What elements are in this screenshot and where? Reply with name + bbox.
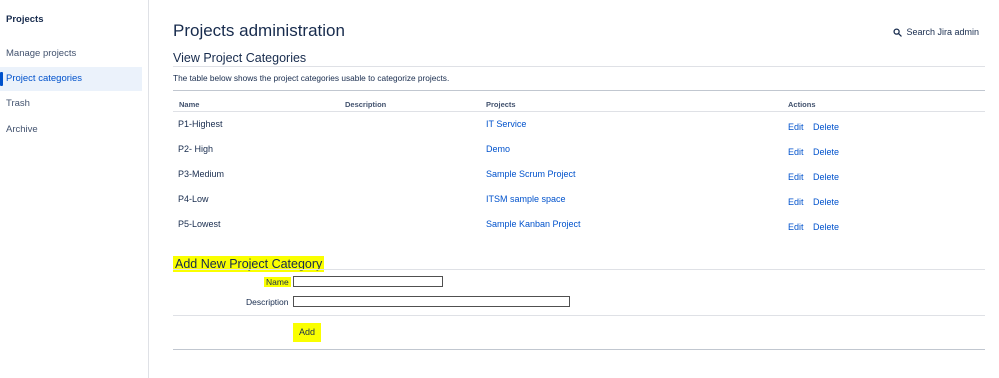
category-name: P2- High bbox=[178, 144, 214, 154]
category-name: P1-Highest bbox=[178, 119, 223, 129]
name-field[interactable] bbox=[293, 276, 443, 287]
sidebar-item-archive[interactable]: Archive bbox=[0, 118, 142, 142]
project-link[interactable]: ITSM sample space bbox=[486, 194, 566, 204]
delete-link[interactable]: Delete bbox=[813, 122, 839, 132]
edit-link[interactable]: Edit bbox=[788, 147, 804, 157]
delete-link[interactable]: Delete bbox=[813, 197, 839, 207]
category-name: P4-Low bbox=[178, 194, 209, 204]
name-field-label: Name bbox=[264, 277, 291, 287]
project-link[interactable]: IT Service bbox=[486, 119, 526, 129]
search-admin-label: Search Jira admin bbox=[906, 27, 979, 37]
sidebar-title: Projects bbox=[6, 14, 44, 25]
divider bbox=[173, 90, 985, 91]
sidebar: Projects Manage projects Project categor… bbox=[0, 0, 149, 378]
description-field[interactable] bbox=[293, 296, 570, 307]
sidebar-item-project-categories[interactable]: Project categories bbox=[0, 67, 142, 91]
category-name: P5-Lowest bbox=[178, 219, 221, 229]
delete-link[interactable]: Delete bbox=[813, 147, 839, 157]
section-description: The table below shows the project catego… bbox=[173, 73, 450, 83]
page-title: Projects administration bbox=[173, 21, 345, 40]
column-header-actions: Actions bbox=[788, 100, 816, 109]
divider bbox=[173, 111, 985, 112]
edit-link[interactable]: Edit bbox=[788, 122, 804, 132]
divider bbox=[173, 269, 985, 270]
divider bbox=[173, 315, 985, 316]
add-button[interactable]: Add bbox=[293, 323, 321, 342]
search-admin-link[interactable]: Search Jira admin bbox=[893, 27, 979, 37]
edit-link[interactable]: Edit bbox=[788, 172, 804, 182]
divider bbox=[173, 66, 985, 67]
sidebar-item-trash[interactable]: Trash bbox=[0, 92, 142, 116]
section-title-view-categories: View Project Categories bbox=[173, 51, 307, 65]
divider bbox=[173, 349, 985, 350]
column-header-name: Name bbox=[179, 100, 200, 109]
description-field-label: Description bbox=[246, 297, 289, 307]
sidebar-item-manage-projects[interactable]: Manage projects bbox=[0, 42, 142, 66]
delete-link[interactable]: Delete bbox=[813, 222, 839, 232]
category-name: P3-Medium bbox=[178, 169, 225, 179]
edit-link[interactable]: Edit bbox=[788, 222, 804, 232]
project-link[interactable]: Sample Scrum Project bbox=[486, 169, 576, 179]
project-link[interactable]: Demo bbox=[486, 144, 510, 154]
edit-link[interactable]: Edit bbox=[788, 197, 804, 207]
delete-link[interactable]: Delete bbox=[813, 172, 839, 182]
search-icon bbox=[893, 27, 903, 37]
project-link[interactable]: Sample Kanban Project bbox=[486, 219, 581, 229]
column-header-projects: Projects bbox=[486, 100, 516, 109]
column-header-description: Description bbox=[345, 100, 387, 109]
